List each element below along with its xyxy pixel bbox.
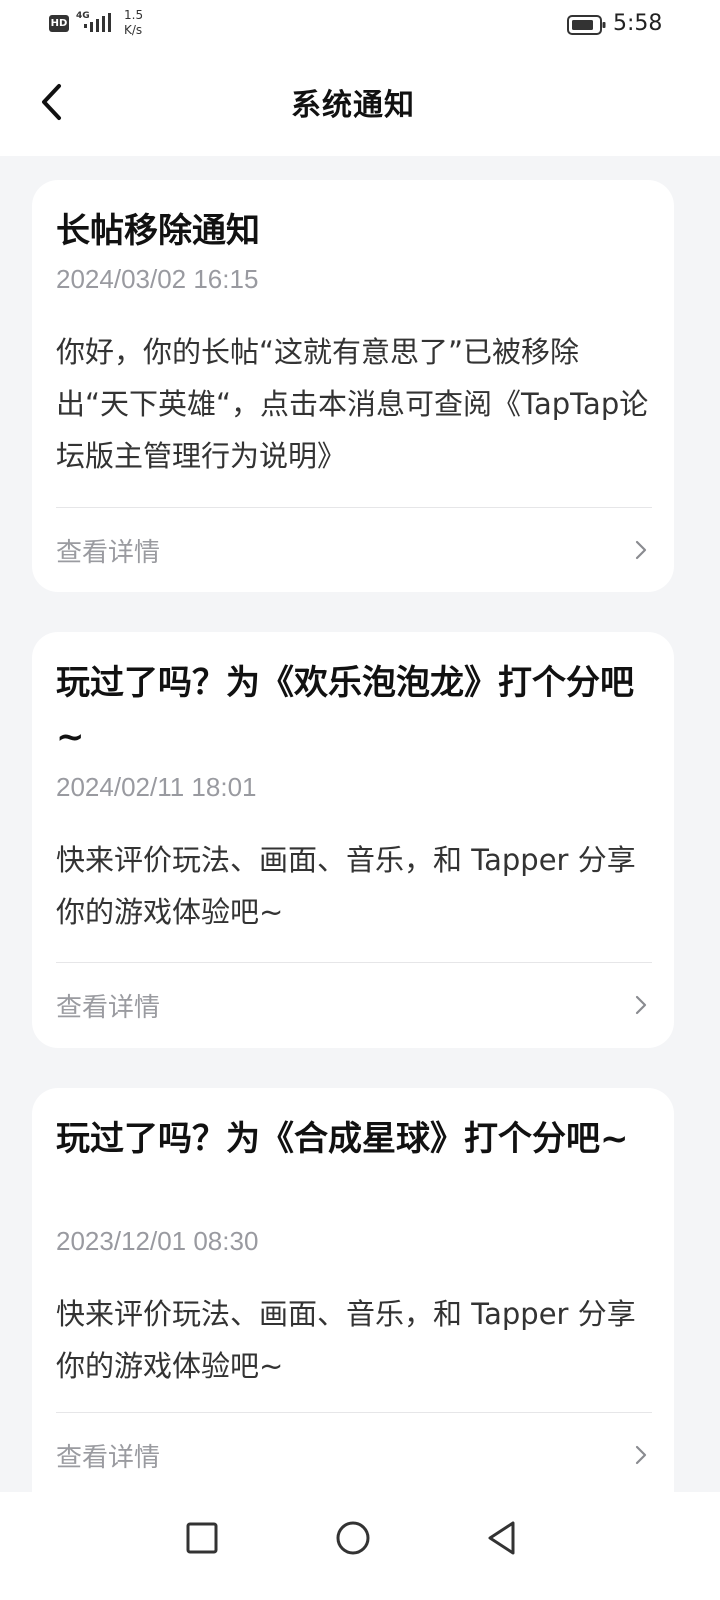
notification-title: 玩过了吗？为《欢乐泡泡龙》打个分吧~ — [56, 663, 634, 757]
system-back-button[interactable] — [474, 1510, 530, 1566]
navigation-bar — [0, 1492, 720, 1600]
view-details-label: 查看详情 — [56, 537, 161, 568]
chevron-right-icon — [635, 1445, 647, 1465]
status-bar: HD 4G 1.5 K/s 5:58 — [0, 0, 720, 50]
network-speed: 1.5 K/s — [124, 8, 143, 38]
card-divider — [56, 962, 652, 963]
notification-body: 快来评价玩法、画面、音乐，和 Tapper 分享你的游戏体验吧~ — [56, 1297, 636, 1383]
view-details-button[interactable]: 查看详情 — [56, 510, 650, 590]
recent-apps-icon — [186, 1522, 218, 1554]
view-details-label: 查看详情 — [56, 1442, 161, 1473]
notification-body: 你好，你的长帖“这就有意思了”已被移除出“天下英雄“，点击本消息可查阅《TapT… — [56, 335, 649, 473]
card-divider — [56, 507, 652, 508]
signal-icon — [84, 13, 111, 32]
notification-card[interactable]: 长帖移除通知 2024/03/02 16:15 你好，你的长帖“这就有意思了”已… — [32, 180, 674, 592]
notification-time: 2024/03/02 16:15 — [56, 264, 259, 294]
view-details-label: 查看详情 — [56, 992, 161, 1023]
view-details-button[interactable]: 查看详情 — [56, 965, 650, 1045]
chevron-right-icon — [635, 540, 647, 560]
notification-card[interactable]: 玩过了吗？为《欢乐泡泡龙》打个分吧~ 2024/02/11 18:01 快来评价… — [32, 632, 674, 1048]
battery-icon — [567, 15, 606, 35]
notification-card[interactable]: 玩过了吗？为《合成星球》打个分吧~ 2023/12/01 08:30 快来评价玩… — [32, 1088, 674, 1492]
back-triangle-icon — [488, 1521, 515, 1555]
notification-title: 玩过了吗？为《合成星球》打个分吧~ — [56, 1119, 629, 1159]
recent-apps-button[interactable] — [174, 1510, 230, 1566]
notification-body: 快来评价玩法、画面、音乐，和 Tapper 分享你的游戏体验吧~ — [56, 843, 636, 929]
view-details-button[interactable]: 查看详情 — [56, 1415, 650, 1492]
page-title: 系统通知 — [291, 88, 415, 123]
notification-time: 2023/12/01 08:30 — [56, 1226, 259, 1256]
status-time: 5:58 — [613, 11, 663, 36]
header: 系统通知 — [0, 50, 720, 156]
home-icon — [336, 1521, 370, 1555]
hd-badge: HD — [49, 15, 69, 32]
notification-list[interactable]: 长帖移除通知 2024/03/02 16:15 你好，你的长帖“这就有意思了”已… — [0, 156, 720, 1492]
card-divider — [56, 1412, 652, 1413]
notification-title: 长帖移除通知 — [56, 211, 260, 251]
screen: HD 4G 1.5 K/s 5:58 系统通知 长帖移除通知 2024/03/0… — [0, 0, 720, 1600]
notification-time: 2024/02/11 18:01 — [56, 772, 257, 802]
network-speed-unit: K/s — [124, 23, 143, 37]
chevron-right-icon — [635, 995, 647, 1015]
network-speed-value: 1.5 — [124, 8, 144, 22]
home-button[interactable] — [325, 1510, 381, 1566]
